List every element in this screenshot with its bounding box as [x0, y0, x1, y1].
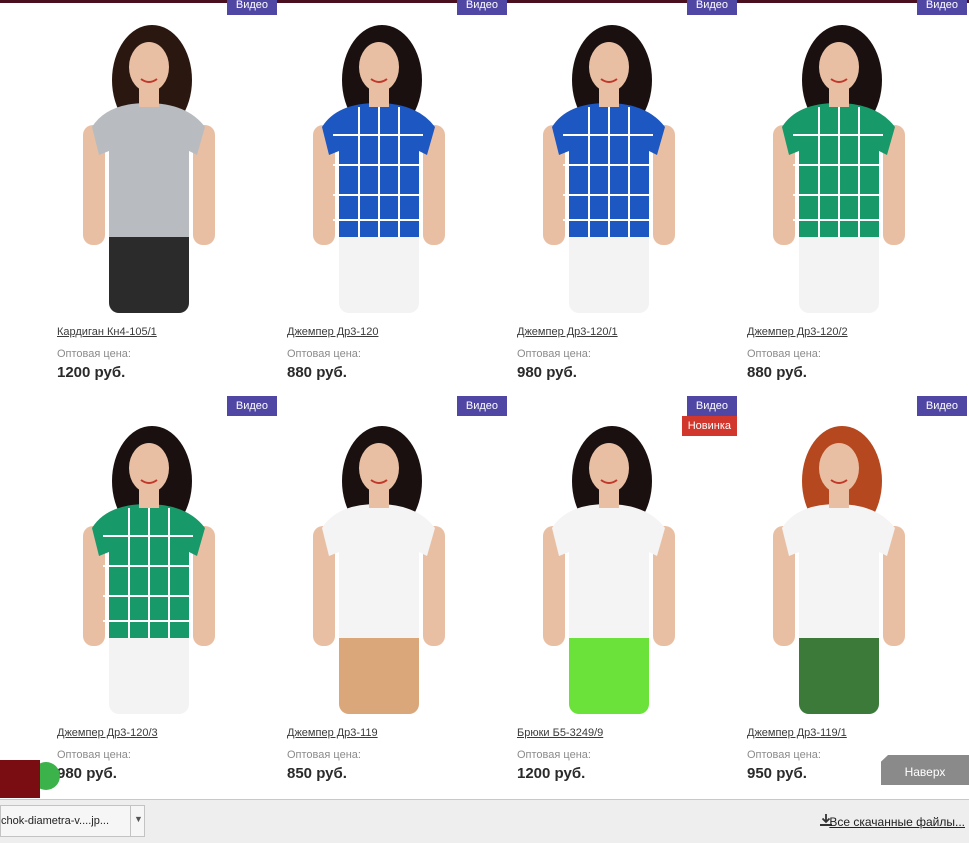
price-label: Оптовая цена:: [747, 348, 821, 360]
price-label: Оптовая цена:: [517, 749, 591, 761]
price-value: 880 руб.: [287, 364, 347, 381]
product-name-link[interactable]: Джемпер Др3-120: [287, 326, 378, 338]
video-badge[interactable]: Видео: [456, 396, 507, 416]
price-value: 980 руб.: [57, 765, 117, 782]
product-photo[interactable]: [277, 416, 477, 714]
download-filename: chok-diametra-v....jp...: [1, 815, 109, 827]
face-shape: [589, 443, 629, 493]
face-shape: [819, 42, 859, 92]
price-value: 1200 руб.: [517, 765, 586, 782]
price-label: Оптовая цена:: [287, 348, 361, 360]
face-shape: [819, 443, 859, 493]
video-badge[interactable]: Видео: [226, 0, 277, 15]
product-photo[interactable]: [47, 416, 247, 714]
video-badge[interactable]: Видео: [226, 396, 277, 416]
product-photo[interactable]: [507, 15, 707, 313]
all-downloads-link[interactable]: Все скачанные файлы...: [829, 815, 965, 829]
product-photo[interactable]: [737, 416, 937, 714]
top-garment: [782, 504, 895, 638]
model-figure: [543, 25, 675, 313]
model-figure: [313, 426, 445, 714]
product-photo[interactable]: [737, 15, 937, 313]
video-badge[interactable]: Видео: [456, 0, 507, 15]
product-name-link[interactable]: Джемпер Др3-120/1: [517, 326, 618, 338]
download-item[interactable]: chok-diametra-v....jp... ▼: [0, 805, 145, 837]
face-shape: [359, 443, 399, 493]
model-figure: [773, 25, 905, 313]
face-shape: [589, 42, 629, 92]
corner-decoration: [0, 760, 60, 798]
model-figure: [83, 426, 215, 714]
chevron-down-icon[interactable]: ▼: [134, 814, 143, 824]
price-label: Оптовая цена:: [57, 348, 131, 360]
price-value: 980 руб.: [517, 364, 577, 381]
video-badge[interactable]: Видео: [686, 0, 737, 15]
product-photo[interactable]: [277, 15, 477, 313]
video-badge[interactable]: Видео: [686, 396, 737, 416]
top-garment: [322, 504, 435, 638]
model-figure: [773, 426, 905, 714]
product-name-link[interactable]: Джемпер Др3-120/3: [57, 727, 158, 739]
model-figure: [543, 426, 675, 714]
download-item-divider: [130, 806, 131, 836]
product-name-link[interactable]: Джемпер Др3-119/1: [747, 727, 847, 739]
product-photo[interactable]: [47, 15, 247, 313]
product-photo[interactable]: [507, 416, 707, 714]
price-value: 950 руб.: [747, 765, 807, 782]
downloads-bar: chok-diametra-v....jp... ▼ Все скачанные…: [0, 799, 969, 843]
new-badge: Новинка: [681, 416, 737, 436]
price-label: Оптовая цена:: [57, 749, 131, 761]
price-label: Оптовая цена:: [517, 348, 591, 360]
face-shape: [129, 42, 169, 92]
video-badge[interactable]: Видео: [916, 396, 967, 416]
product-name-link[interactable]: Кардиган Кн4-105/1: [57, 326, 157, 338]
product-name-link[interactable]: Джемпер Др3-119: [287, 727, 378, 739]
top-garment: [92, 103, 205, 237]
price-value: 850 руб.: [287, 765, 347, 782]
top-garment: [552, 504, 665, 638]
back-to-top-button[interactable]: Наверх: [881, 755, 969, 785]
price-value: 1200 руб.: [57, 364, 126, 381]
face-shape: [129, 443, 169, 493]
product-name-link[interactable]: Брюки Б5-3249/9: [517, 727, 603, 739]
price-label: Оптовая цена:: [747, 749, 821, 761]
face-shape: [359, 42, 399, 92]
model-figure: [313, 25, 445, 313]
model-figure: [83, 25, 215, 313]
video-badge[interactable]: Видео: [916, 0, 967, 15]
product-name-link[interactable]: Джемпер Др3-120/2: [747, 326, 848, 338]
price-label: Оптовая цена:: [287, 749, 361, 761]
price-value: 880 руб.: [747, 364, 807, 381]
